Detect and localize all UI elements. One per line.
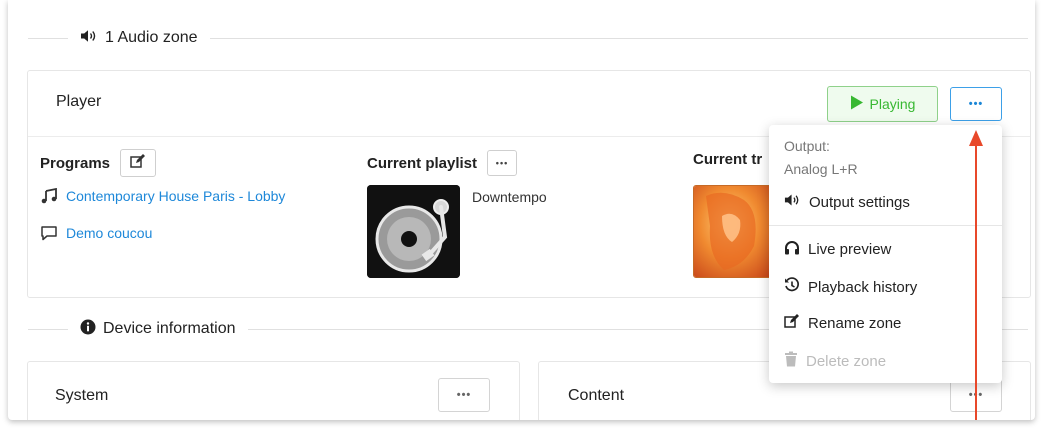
output-value: Analog L+R: [784, 161, 858, 177]
program-item-label: Contemporary House Paris - Lobby: [66, 188, 286, 204]
audio-zone-divider: 1 Audio zone: [28, 27, 1028, 49]
menu-item-delete-zone[interactable]: Delete zone: [784, 351, 886, 371]
annotation-arrow-icon: [969, 130, 983, 420]
program-item-label: Demo coucou: [66, 225, 153, 241]
program-item[interactable]: Demo coucou: [40, 225, 152, 241]
playlist-more-button[interactable]: •••: [487, 150, 518, 176]
system-more-button[interactable]: •••: [438, 378, 490, 412]
content-title: Content: [568, 387, 625, 404]
headphones-icon: [784, 240, 800, 259]
menu-item-label: Playback history: [808, 278, 918, 296]
edit-programs-button[interactable]: [120, 149, 157, 177]
menu-item-rename-zone[interactable]: Rename zone: [784, 314, 901, 333]
device-info-title: Device information: [103, 320, 236, 337]
playlist-name: Downtempo: [472, 189, 547, 205]
menu-item-label: Live preview: [808, 241, 892, 258]
history-icon: [784, 277, 800, 297]
edit-icon: [130, 153, 146, 173]
menu-item-live-preview[interactable]: Live preview: [784, 240, 891, 259]
more-dots-icon: •••: [456, 388, 472, 401]
music-note-icon: [40, 188, 58, 204]
player-more-button[interactable]: •••: [950, 87, 1002, 121]
current-track-label: Current tr: [693, 151, 763, 168]
speaker-icon: [784, 193, 801, 211]
more-dots-icon: •••: [968, 97, 984, 110]
program-item[interactable]: Contemporary House Paris - Lobby: [40, 188, 285, 204]
speaker-icon: [80, 29, 98, 48]
playing-label: Playing: [869, 96, 916, 112]
current-track-header: Current tr: [693, 151, 762, 168]
info-icon: [80, 319, 96, 340]
edit-icon: [784, 314, 800, 333]
track-artwork: [693, 185, 773, 278]
menu-item-label: Output settings: [809, 193, 910, 211]
system-title: System: [55, 387, 109, 404]
programs-label: Programs: [40, 154, 111, 172]
playing-button[interactable]: Playing: [827, 86, 938, 122]
programs-header: Programs: [40, 149, 157, 177]
menu-item-label: Rename zone: [808, 315, 902, 332]
current-playlist-label: Current playlist: [367, 154, 478, 172]
menu-item-output-settings[interactable]: Output settings: [784, 193, 910, 211]
output-label: Output:: [784, 138, 830, 154]
more-dots-icon: •••: [495, 157, 509, 168]
speech-bubble-icon: [40, 225, 58, 241]
page-frame: 1 Audio zone Player Playing ••• Programs: [8, 0, 1035, 420]
menu-item-playback-history[interactable]: Playback history: [784, 277, 917, 297]
current-playlist-header: Current playlist •••: [367, 150, 518, 176]
system-card: System •••: [27, 361, 520, 420]
playlist-artwork: [367, 185, 460, 278]
player-title: Player: [56, 93, 102, 110]
menu-item-label: Delete zone: [806, 352, 887, 370]
play-icon: [850, 95, 864, 113]
trash-icon: [784, 351, 798, 371]
audio-zone-title: 1 Audio zone: [105, 29, 198, 46]
